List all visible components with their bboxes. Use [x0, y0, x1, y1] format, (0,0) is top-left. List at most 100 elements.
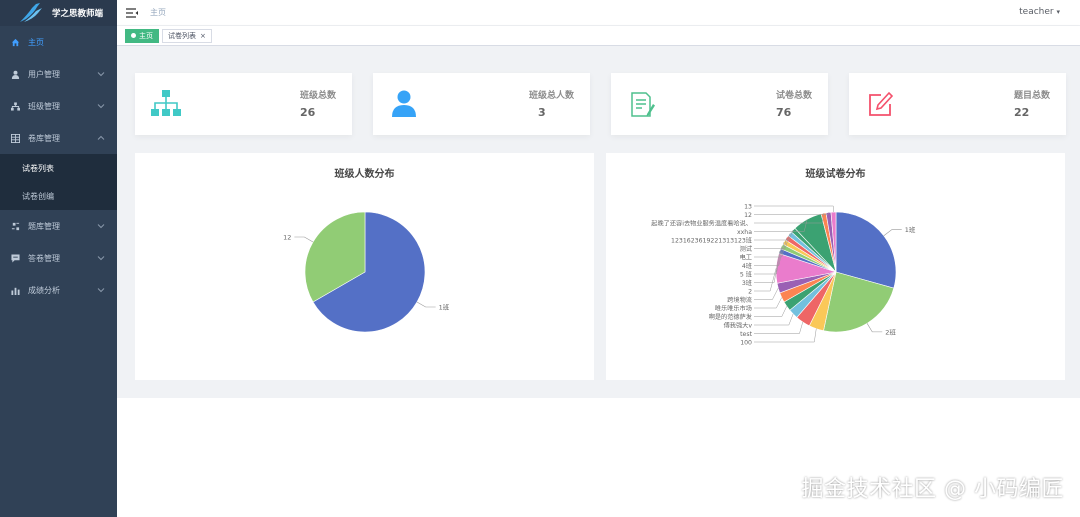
- sidebar-item-label: 答卷管理: [28, 253, 60, 263]
- tag-home[interactable]: 主页: [125, 28, 159, 43]
- label-line: [866, 323, 883, 333]
- slice-label: 12: [283, 234, 291, 242]
- user-icon: [10, 69, 20, 79]
- logo[interactable]: 学之思教师端: [0, 0, 117, 26]
- slice-label: 1班: [905, 225, 916, 234]
- sidebar-item-label: 用户管理: [28, 69, 60, 79]
- home-icon: [10, 37, 20, 47]
- tag-label: 试卷列表: [168, 31, 196, 40]
- label-line: [416, 301, 436, 308]
- sidebar-item-answer-management[interactable]: 答卷管理: [0, 242, 117, 274]
- slice-label: 2班: [885, 327, 896, 336]
- active-dot-icon: [131, 33, 136, 38]
- stat-card-class-count[interactable]: 班级总数 26: [135, 73, 352, 135]
- hamburger-icon[interactable]: [126, 7, 138, 18]
- card-value: 22: [1014, 106, 1030, 119]
- label-line: [754, 212, 829, 215]
- close-icon[interactable]: ×: [200, 32, 206, 40]
- label-line: [754, 268, 777, 292]
- person-icon: [392, 90, 416, 117]
- label-line: [754, 288, 779, 300]
- sidebar-item-paper-bank[interactable]: 卷库管理: [0, 122, 117, 154]
- chevron-down-icon: [97, 72, 105, 77]
- chart-panel-class-students: 班级人数分布 1班 12: [135, 153, 594, 380]
- footer-area: 掘金技术社区 @ 小码编匠: [117, 398, 1080, 517]
- card-value: 26: [300, 106, 316, 119]
- label-line: [883, 229, 902, 236]
- sitemap-icon: [151, 90, 181, 116]
- slice-label: 100: [740, 339, 752, 346]
- label-line: [754, 321, 804, 334]
- slice-label: 啊是的范德萨发: [709, 313, 752, 321]
- user-menu[interactable]: teacher ▾: [1019, 7, 1060, 17]
- card-label: 班级总数: [299, 91, 336, 101]
- question-icon: [10, 221, 20, 231]
- chevron-down-icon: [97, 288, 105, 293]
- sidebar-item-label: 班级管理: [28, 101, 60, 111]
- slice-label: 傅我强大v: [724, 321, 753, 329]
- pie-chart-class-papers: 1班 2班 13 12起晚了还容i去物业服务温度看哈说、 xxha12316236192…: [651, 203, 916, 346]
- chevron-down-icon: [97, 256, 105, 261]
- card-value: 76: [776, 106, 792, 119]
- card-label: 题目总数: [1013, 91, 1050, 101]
- sidebar-item-label: 主页: [28, 37, 44, 47]
- sidebar-item-home[interactable]: 主页: [0, 26, 117, 58]
- edit-icon: [869, 91, 894, 116]
- slice-label: 唯乐唯乐市场: [715, 304, 752, 312]
- pie-chart-class-students: 1班 12: [283, 211, 450, 333]
- card-label: 试卷总数: [775, 91, 812, 101]
- slice-label: 3班: [742, 279, 752, 287]
- tag-paper-list[interactable]: 试卷列表 ×: [162, 28, 212, 43]
- sidebar-item-label: 题库管理: [28, 221, 60, 231]
- slice-label: 4班: [742, 262, 752, 270]
- tags-view: 主页 试卷列表 ×: [117, 26, 1080, 46]
- sidebar: 学之思教师端 主页 用户管理 班级管理 卷库管理 试卷列表 试卷创编 题库管理 …: [0, 0, 117, 517]
- slice-label: 5 班: [740, 270, 752, 278]
- slice-label: 1231623619221313123班: [671, 236, 752, 244]
- slice-label: xxha: [737, 229, 752, 236]
- user-name: teacher: [1019, 7, 1054, 17]
- table-icon: [10, 133, 20, 143]
- slice-label: 测试: [740, 245, 752, 253]
- chevron-up-icon: [97, 135, 105, 140]
- slice-label: 跨境物流: [727, 296, 752, 304]
- label-line: [294, 236, 314, 243]
- caret-down-icon: ▾: [1056, 8, 1060, 16]
- label-line: [754, 205, 834, 213]
- card-value: 3: [538, 106, 546, 119]
- submenu-paper-bank: 试卷列表 试卷创编: [0, 154, 117, 210]
- chart-icon: [10, 285, 20, 295]
- card-label: 班级总人数: [528, 91, 574, 101]
- stat-card-student-count[interactable]: 班级总人数 3: [373, 73, 590, 135]
- tag-label: 主页: [139, 31, 153, 40]
- logo-icon: [20, 3, 42, 22]
- sidebar-item-label: 卷库管理: [28, 133, 60, 143]
- slice-label: 电工: [740, 253, 752, 261]
- sidebar-item-score-analysis[interactable]: 成绩分析: [0, 274, 117, 306]
- slice-label: 13: [744, 203, 752, 210]
- label-line: [754, 313, 794, 326]
- stat-card-question-count[interactable]: 题目总数 22: [849, 73, 1066, 135]
- app-title: 学之思教师端: [52, 9, 104, 19]
- slice-label: test: [740, 331, 752, 338]
- sidebar-subitem-paper-list[interactable]: 试卷列表: [0, 154, 117, 182]
- slice-label: 起晚了还容i去物业服务温度看哈说、: [651, 219, 752, 227]
- sidebar-item-class-management[interactable]: 班级管理: [0, 90, 117, 122]
- paper-icon: [631, 92, 655, 117]
- sidebar-item-question-bank[interactable]: 题库管理: [0, 210, 117, 242]
- chevron-down-icon: [97, 104, 105, 109]
- stat-card-paper-count[interactable]: 试卷总数 76: [611, 73, 828, 135]
- chart-panel-class-papers: 班级试卷分布 1班 2班 13 12 起晚了还容i去物业服务温度看哈说、 xxha 1231…: [606, 153, 1065, 380]
- sidebar-subitem-paper-create[interactable]: 试卷创编: [0, 182, 117, 210]
- answer-icon: [10, 253, 20, 263]
- slice-label: 12: [744, 212, 752, 219]
- label-line: [754, 328, 817, 343]
- breadcrumb[interactable]: 主页: [150, 7, 166, 18]
- slice-label: 1班: [439, 303, 450, 312]
- label-line: [754, 297, 782, 309]
- org-icon: [10, 101, 20, 111]
- chevron-down-icon: [97, 224, 105, 229]
- sidebar-item-user-management[interactable]: 用户管理: [0, 58, 117, 90]
- watermark: 掘金技术社区 @ 小码编匠: [801, 477, 1064, 502]
- slice-label: 2: [748, 288, 752, 295]
